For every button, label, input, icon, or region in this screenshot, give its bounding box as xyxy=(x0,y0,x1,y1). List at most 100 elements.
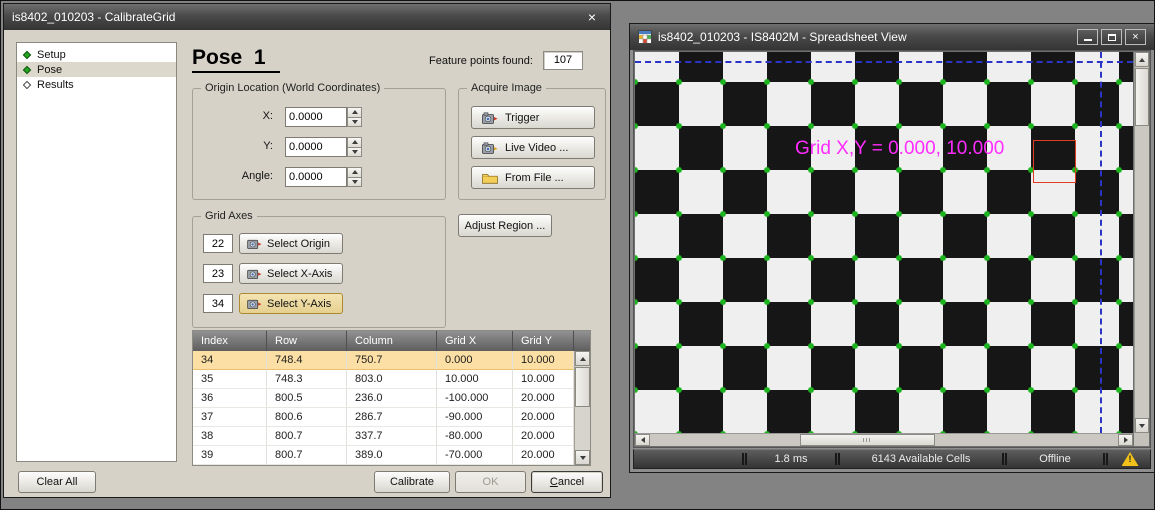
select-y-axis-button[interactable]: Select Y-Axis xyxy=(239,293,343,314)
table-row[interactable]: 36 800.5 236.0 -100.000 20.000 xyxy=(193,389,590,408)
camera-icon xyxy=(482,112,498,124)
x-input[interactable] xyxy=(285,107,347,127)
cell: 800.7 xyxy=(267,427,347,446)
x-axis-index-input[interactable] xyxy=(203,264,233,283)
table-row[interactable]: 37 800.6 286.7 -90.000 20.000 xyxy=(193,408,590,427)
cell: -90.000 xyxy=(437,408,513,427)
scroll-up-icon[interactable] xyxy=(1135,52,1149,67)
grid-guide-horizontal xyxy=(635,61,1133,63)
spreadsheet-titlebar[interactable]: is8402_010203 - IS8402M - Spreadsheet Vi… xyxy=(630,24,1154,50)
cell: 748.3 xyxy=(267,370,347,389)
origin-index-input[interactable] xyxy=(203,234,233,253)
col-grid-y: Grid Y xyxy=(513,331,574,351)
status-separator xyxy=(835,453,837,465)
cell: 10.000 xyxy=(513,370,574,389)
cell: 748.4 xyxy=(267,351,347,370)
col-column: Column xyxy=(347,331,437,351)
y-field-label: Y: xyxy=(201,140,273,152)
grid-axes-group: Grid Axes Select Origin Select X-Axis Se… xyxy=(192,216,446,328)
sidebar-item-label: Setup xyxy=(37,49,66,61)
spinner-down-icon[interactable] xyxy=(347,148,362,158)
page-title: Pose 1 xyxy=(192,46,280,73)
cell: 10.000 xyxy=(513,351,574,370)
maximize-button[interactable] xyxy=(1101,29,1122,45)
scroll-down-icon[interactable] xyxy=(1135,418,1149,433)
step-done-icon xyxy=(23,50,31,58)
select-x-axis-button[interactable]: Select X-Axis xyxy=(239,263,343,284)
live-video-button[interactable]: Live Video ... xyxy=(471,136,595,159)
minimize-button[interactable] xyxy=(1077,29,1098,45)
table-row[interactable]: 34 748.4 750.7 0.000 10.000 xyxy=(193,351,590,370)
spinner-up-icon[interactable] xyxy=(347,107,362,118)
scrollbar-thumb[interactable] xyxy=(1135,68,1149,126)
window-controls: × xyxy=(1074,29,1146,45)
acquire-image-group: Acquire Image Trigger Live Video ... Fro… xyxy=(458,88,606,200)
table-row[interactable]: 35 748.3 803.0 10.000 10.000 xyxy=(193,370,590,389)
cell: 337.7 xyxy=(347,427,437,446)
scroll-right-icon[interactable] xyxy=(1118,434,1133,446)
y-field-row: Y: xyxy=(201,137,439,158)
close-button[interactable]: × xyxy=(1125,29,1146,45)
y-axis-index-input[interactable] xyxy=(203,294,233,313)
button-label: Live Video ... xyxy=(505,142,568,154)
table-row[interactable]: 38 800.7 337.7 -80.000 20.000 xyxy=(193,427,590,446)
close-icon[interactable]: × xyxy=(582,8,602,26)
button-label: Trigger xyxy=(505,112,539,124)
cell: 20.000 xyxy=(513,389,574,408)
group-title: Acquire Image xyxy=(467,82,546,94)
scroll-up-icon[interactable] xyxy=(575,351,590,366)
angle-input[interactable] xyxy=(285,167,347,187)
cell: 35 xyxy=(193,370,267,389)
camera-icon xyxy=(247,268,262,279)
from-file-button[interactable]: From File ... xyxy=(471,166,595,189)
group-title: Grid Axes xyxy=(201,210,257,222)
horizontal-scrollbar[interactable] xyxy=(635,433,1133,446)
status-warning[interactable] xyxy=(1110,450,1150,468)
calibrategrid-titlebar[interactable]: is8402_010203 - CalibrateGrid × xyxy=(4,4,610,30)
calibrate-button[interactable]: Calibrate xyxy=(374,471,450,493)
camera-icon xyxy=(482,142,498,154)
cell: 750.7 xyxy=(347,351,437,370)
scroll-left-icon[interactable] xyxy=(635,434,650,446)
table-scrollbar[interactable] xyxy=(574,351,590,465)
button-label: Select Origin xyxy=(267,238,330,250)
adjust-region-button[interactable]: Adjust Region ... xyxy=(458,214,552,237)
cancel-button[interactable]: Cancel xyxy=(531,471,603,493)
x-field-row: X: xyxy=(201,107,439,128)
spreadsheet-window: is8402_010203 - IS8402M - Spreadsheet Vi… xyxy=(629,23,1155,473)
status-connection: Offline xyxy=(1009,450,1101,468)
spinner-up-icon[interactable] xyxy=(347,167,362,178)
sidebar-item-pose[interactable]: Pose xyxy=(17,62,176,77)
cell: 800.5 xyxy=(267,389,347,408)
feature-points-table: Index Row Column Grid X Grid Y 34 748.4 … xyxy=(192,330,591,466)
image-viewport[interactable]: Grid X,Y = 0.000, 10.000 xyxy=(635,52,1133,433)
trigger-button[interactable]: Trigger xyxy=(471,106,595,129)
y-input[interactable] xyxy=(285,137,347,157)
cell: 20.000 xyxy=(513,427,574,446)
spinner-down-icon[interactable] xyxy=(347,118,362,128)
camera-icon xyxy=(247,238,262,249)
cell: 20.000 xyxy=(513,446,574,465)
scrollbar-thumb[interactable] xyxy=(800,434,935,446)
folder-icon xyxy=(482,172,498,184)
angle-field-row: Angle: xyxy=(201,167,439,188)
scroll-down-icon[interactable] xyxy=(575,450,590,465)
sidebar-item-setup[interactable]: Setup xyxy=(17,47,176,62)
select-origin-button[interactable]: Select Origin xyxy=(239,233,343,254)
clear-all-button[interactable]: Clear All xyxy=(18,471,96,493)
cell: 236.0 xyxy=(347,389,437,408)
table-row[interactable]: 39 800.7 389.0 -70.000 20.000 xyxy=(193,446,590,465)
y-axis-row: Select Y-Axis xyxy=(193,293,447,314)
cell: 20.000 xyxy=(513,408,574,427)
scrollbar-thumb[interactable] xyxy=(575,367,590,407)
x-spinner xyxy=(347,107,362,127)
cell: -80.000 xyxy=(437,427,513,446)
grid-guide-vertical xyxy=(1100,52,1102,433)
spreadsheet-icon xyxy=(638,30,652,44)
sidebar-item-results[interactable]: Results xyxy=(17,77,176,92)
spinner-up-icon[interactable] xyxy=(347,137,362,148)
spinner-down-icon[interactable] xyxy=(347,178,362,188)
vertical-scrollbar[interactable] xyxy=(1134,52,1149,433)
cell: 286.7 xyxy=(347,408,437,427)
minimize-icon xyxy=(1084,34,1092,41)
